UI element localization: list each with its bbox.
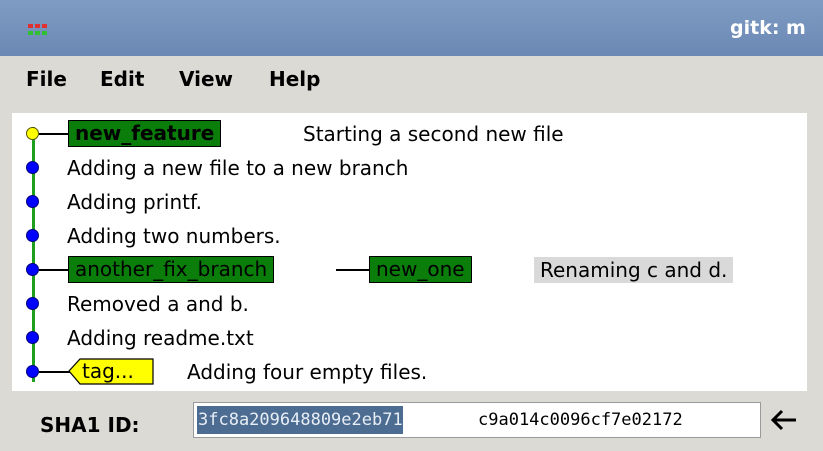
- back-button[interactable]: [763, 402, 805, 438]
- commit-message[interactable]: Removed a and b.: [67, 291, 249, 317]
- commit-message[interactable]: Adding four empty files.: [187, 359, 427, 385]
- branch-connector: [336, 269, 370, 271]
- left-arrow-icon: [770, 409, 796, 431]
- menu-edit[interactable]: Edit: [100, 67, 144, 91]
- commit-node[interactable]: [26, 229, 39, 242]
- commit-node[interactable]: [26, 195, 39, 208]
- commit-list[interactable]: new_feature Starting a second new file A…: [12, 113, 807, 391]
- commit-node[interactable]: [26, 161, 39, 174]
- gitk-app-icon[interactable]: [28, 24, 50, 38]
- commit-node[interactable]: [26, 365, 39, 378]
- commit-node[interactable]: [26, 331, 39, 344]
- menu-view[interactable]: View: [179, 67, 233, 91]
- commit-message[interactable]: Adding two numbers.: [67, 223, 281, 249]
- title-bar: gitk: m: [0, 0, 823, 56]
- commit-message-highlighted[interactable]: Renaming c and d.: [534, 257, 734, 283]
- tag-label[interactable]: tag...: [82, 358, 134, 384]
- commit-node[interactable]: [26, 263, 39, 276]
- menu-help[interactable]: Help: [269, 67, 320, 91]
- commit-message[interactable]: Adding a new file to a new branch: [67, 155, 408, 181]
- sha1-id-field[interactable]: 3fc8a209648809e2eb71 c9a014c0096cf7e0217…: [193, 402, 761, 438]
- menu-bar: File Edit View Help: [0, 56, 823, 104]
- commit-message[interactable]: Adding readme.txt: [67, 325, 254, 351]
- branch-label-new-feature[interactable]: new_feature: [68, 120, 222, 147]
- branch-label-another-fix-branch[interactable]: another_fix_branch: [68, 256, 275, 283]
- commit-node[interactable]: [26, 297, 39, 310]
- tag-connector: [39, 371, 71, 373]
- sha1-remaining-text[interactable]: c9a014c0096cf7e02172: [478, 406, 683, 434]
- branch-label-new-one[interactable]: new_one: [369, 256, 472, 283]
- branch-connector: [39, 269, 69, 271]
- menu-file[interactable]: File: [26, 67, 67, 91]
- branch-connector: [39, 133, 69, 135]
- sha1-id-label: SHA1 ID:: [40, 413, 140, 437]
- commit-message[interactable]: Adding printf.: [67, 189, 202, 215]
- sha1-selected-text[interactable]: 3fc8a209648809e2eb71: [197, 406, 403, 434]
- head-commit-node[interactable]: [26, 127, 39, 140]
- window-title: gitk: m: [730, 17, 806, 39]
- commit-message[interactable]: Starting a second new file: [303, 121, 564, 147]
